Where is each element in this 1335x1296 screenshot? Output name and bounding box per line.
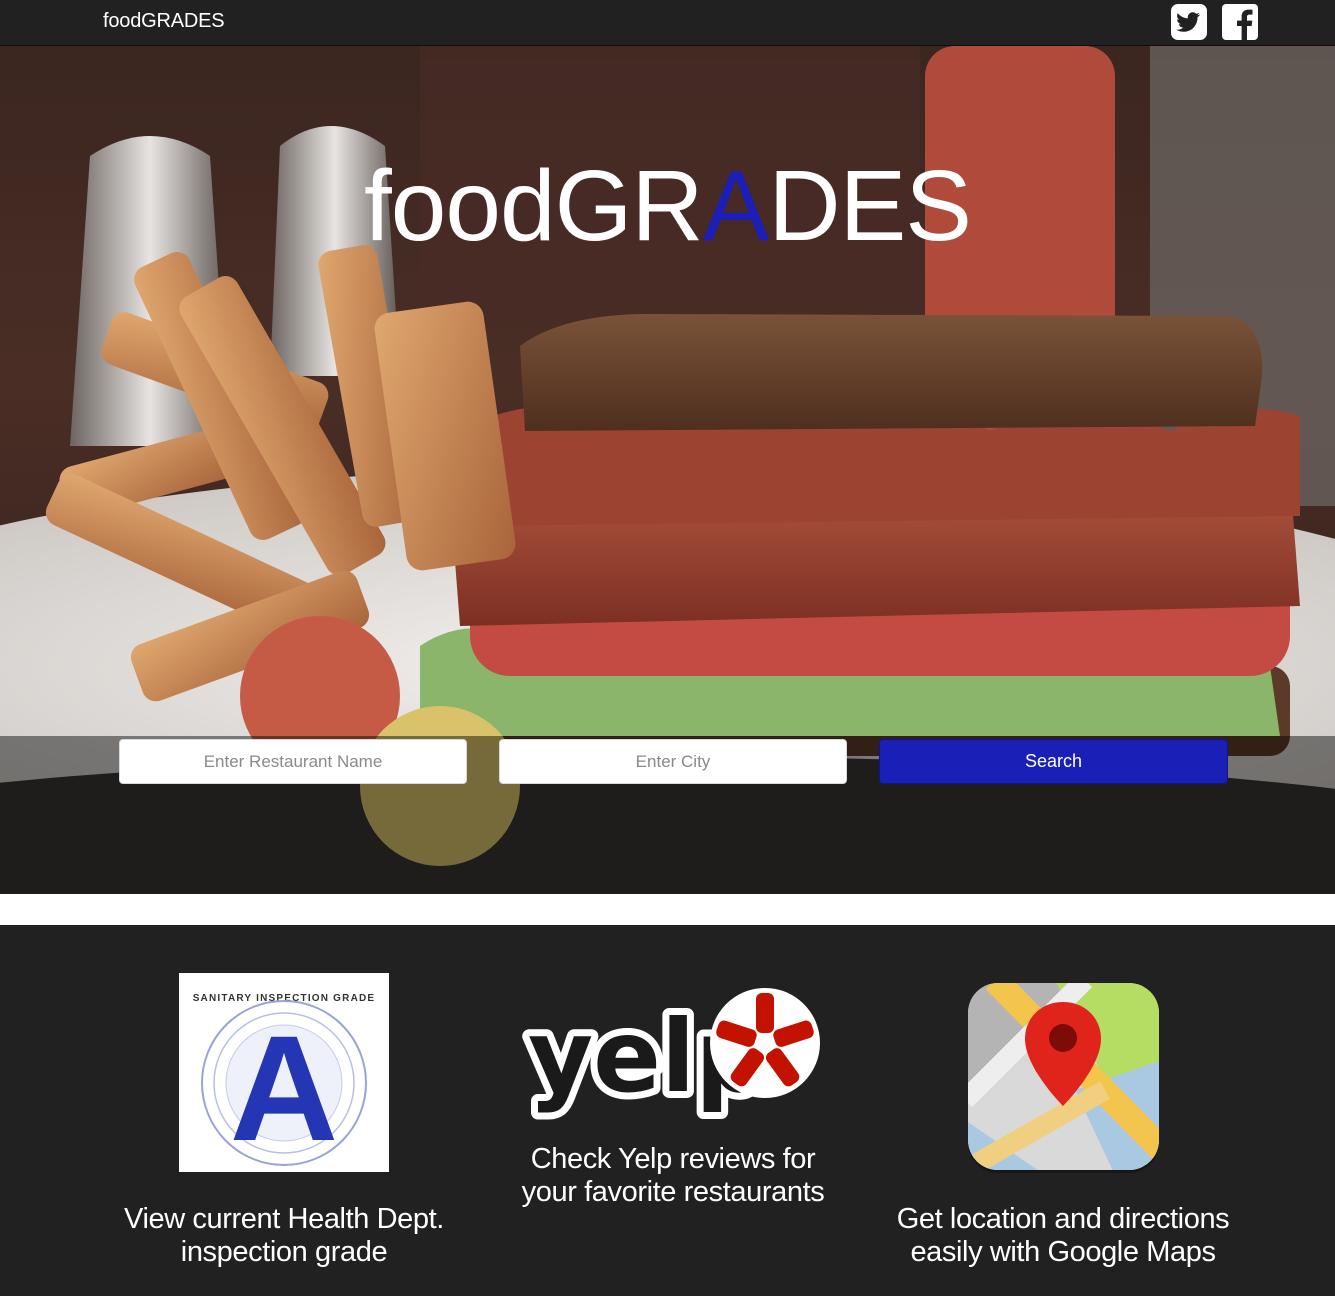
hero-title-suffix: DES <box>768 150 972 262</box>
facebook-icon[interactable] <box>1221 4 1259 40</box>
yelp-burst-icon <box>710 988 820 1098</box>
hero-title: foodGRADES <box>0 141 1335 271</box>
feature-caption-yelp: Check Yelp reviews for your favorite res… <box>473 1143 873 1209</box>
feature-caption-inspection: View current Health Dept. inspection gra… <box>84 1203 484 1269</box>
caption-line: View current Health Dept. <box>124 1203 444 1235</box>
navbar-brand[interactable]: foodGRADES <box>103 10 225 33</box>
grade-letter: A <box>229 1004 339 1172</box>
caption-line: your favorite restaurants <box>521 1176 825 1208</box>
caption-line: Get location and directions <box>896 1203 1230 1235</box>
search-button[interactable]: Search <box>879 739 1228 784</box>
features-section: SANITARY INSPECTION GRADE A yelp yelp Vi… <box>0 925 1335 1296</box>
inspection-grade-icon: SANITARY INSPECTION GRADE A <box>179 973 389 1172</box>
google-maps-icon[interactable] <box>965 980 1162 1175</box>
caption-line: easily with Google Maps <box>910 1236 1216 1268</box>
feature-caption-maps: Get location and directions easily with … <box>863 1203 1263 1269</box>
city-input[interactable] <box>499 739 847 784</box>
hero-title-accent: A <box>702 150 770 262</box>
hero-title-prefix: foodGR <box>364 150 704 262</box>
twitter-icon[interactable] <box>1170 4 1208 40</box>
yelp-logo[interactable]: yelp yelp <box>520 973 830 1133</box>
caption-line: inspection grade <box>180 1236 388 1268</box>
caption-line: Check Yelp reviews for <box>530 1143 816 1175</box>
top-navbar: foodGRADES <box>0 0 1335 46</box>
restaurant-name-input[interactable] <box>119 739 467 784</box>
